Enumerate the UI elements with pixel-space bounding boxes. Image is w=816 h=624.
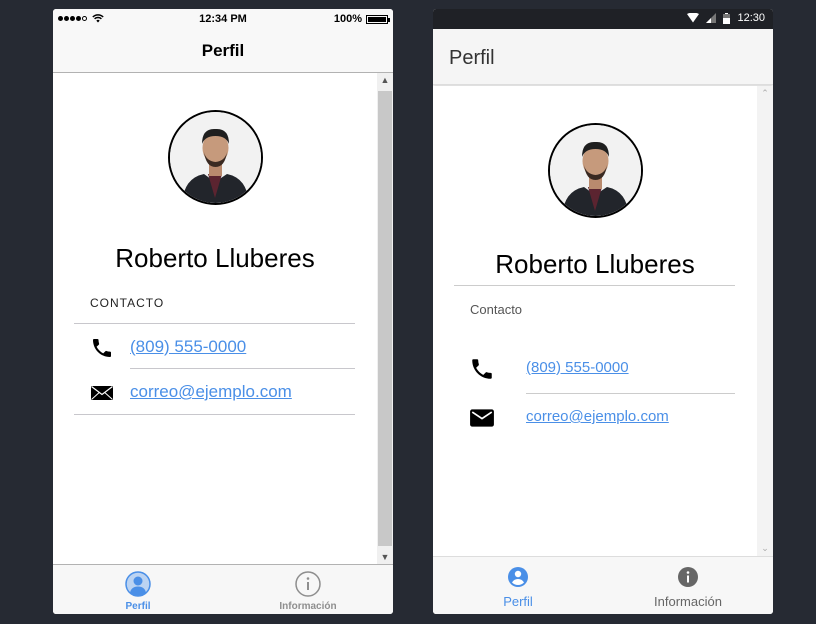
battery-group: 100%	[333, 13, 390, 25]
account-circle-icon	[508, 567, 528, 587]
page-title: Perfil	[449, 47, 495, 69]
tab-perfil[interactable]: Perfil	[433, 557, 603, 614]
scrollbar-thumb[interactable]	[378, 91, 392, 546]
divider	[454, 285, 735, 286]
contact-row-email[interactable]: correo@ejemplo.com	[74, 369, 355, 414]
avatar	[548, 123, 643, 218]
tab-informacion[interactable]: Información	[603, 557, 773, 614]
email-link[interactable]: correo@ejemplo.com	[526, 408, 669, 425]
profile-name: Roberto Lluberes	[495, 249, 695, 279]
android-phone: 12:30 Perfil Roberto Lluberes Contacto (…	[433, 9, 773, 614]
scroll-up-arrow-icon[interactable]: ▲	[377, 75, 393, 85]
profile-photo	[550, 125, 641, 216]
battery-icon	[723, 12, 731, 24]
profile-photo	[170, 112, 261, 203]
page-title: Perfil	[201, 41, 245, 60]
profile-content[interactable]: Roberto Lluberes CONTACTO (809) 555-0000…	[53, 73, 393, 564]
status-time: 12:30	[737, 12, 765, 24]
cell-signal-icon	[706, 13, 717, 23]
scroll-down-arrow-icon[interactable]: ▼	[377, 552, 393, 562]
phone-icon	[472, 359, 492, 379]
info-icon	[295, 571, 321, 597]
android-status-bar: 12:30	[433, 9, 773, 29]
ios-nav-bar: Perfil	[53, 29, 393, 73]
tab-perfil[interactable]: Perfil	[53, 565, 223, 614]
contact-row-phone[interactable]: (809) 555-0000	[454, 344, 735, 394]
avatar	[168, 110, 263, 205]
tab-label: Perfil	[125, 601, 151, 612]
scroll-up-arrow-icon[interactable]: ⌃	[757, 88, 773, 99]
phone-icon	[93, 339, 111, 357]
profile-name: Roberto Lluberes	[115, 243, 315, 273]
person-icon	[125, 571, 151, 597]
phone-link[interactable]: (809) 555-0000	[526, 359, 629, 376]
ios-phone: 12:34 PM 100% Perfil Roberto Lluberes CO…	[53, 9, 393, 614]
contact-row-email[interactable]: correo@ejemplo.com	[454, 393, 735, 443]
ios-tab-bar: Perfil Información	[53, 564, 393, 614]
wifi-icon	[687, 13, 700, 23]
android-bottom-nav: Perfil Información	[433, 556, 773, 614]
email-link[interactable]: correo@ejemplo.com	[130, 382, 292, 402]
profile-content[interactable]: Roberto Lluberes Contacto (809) 555-0000…	[433, 86, 773, 556]
tab-label: Información	[279, 601, 337, 612]
android-app-bar: Perfil	[433, 29, 773, 85]
scroll-down-arrow-icon[interactable]: ⌄	[757, 543, 773, 554]
info-icon	[678, 567, 698, 587]
phone-link[interactable]: (809) 555-0000	[130, 337, 246, 357]
battery-icon	[366, 14, 390, 24]
status-icons: 12:30	[687, 12, 765, 24]
tab-label: Información	[654, 594, 722, 609]
section-header-contact: CONTACTO	[90, 296, 165, 310]
battery-percent: 100%	[333, 13, 362, 25]
tab-label: Perfil	[503, 594, 533, 609]
tab-informacion[interactable]: Información	[223, 565, 393, 614]
ios-status-bar: 12:34 PM 100%	[53, 9, 393, 29]
scrollbar[interactable]: ▲ ▼	[377, 73, 393, 564]
contact-row-phone[interactable]: (809) 555-0000	[74, 324, 355, 369]
scrollbar[interactable]: ⌃ ⌄	[757, 86, 773, 556]
mail-icon	[91, 386, 113, 400]
divider	[74, 414, 355, 415]
section-header-contact: Contacto	[470, 302, 523, 317]
mail-icon	[470, 409, 494, 427]
